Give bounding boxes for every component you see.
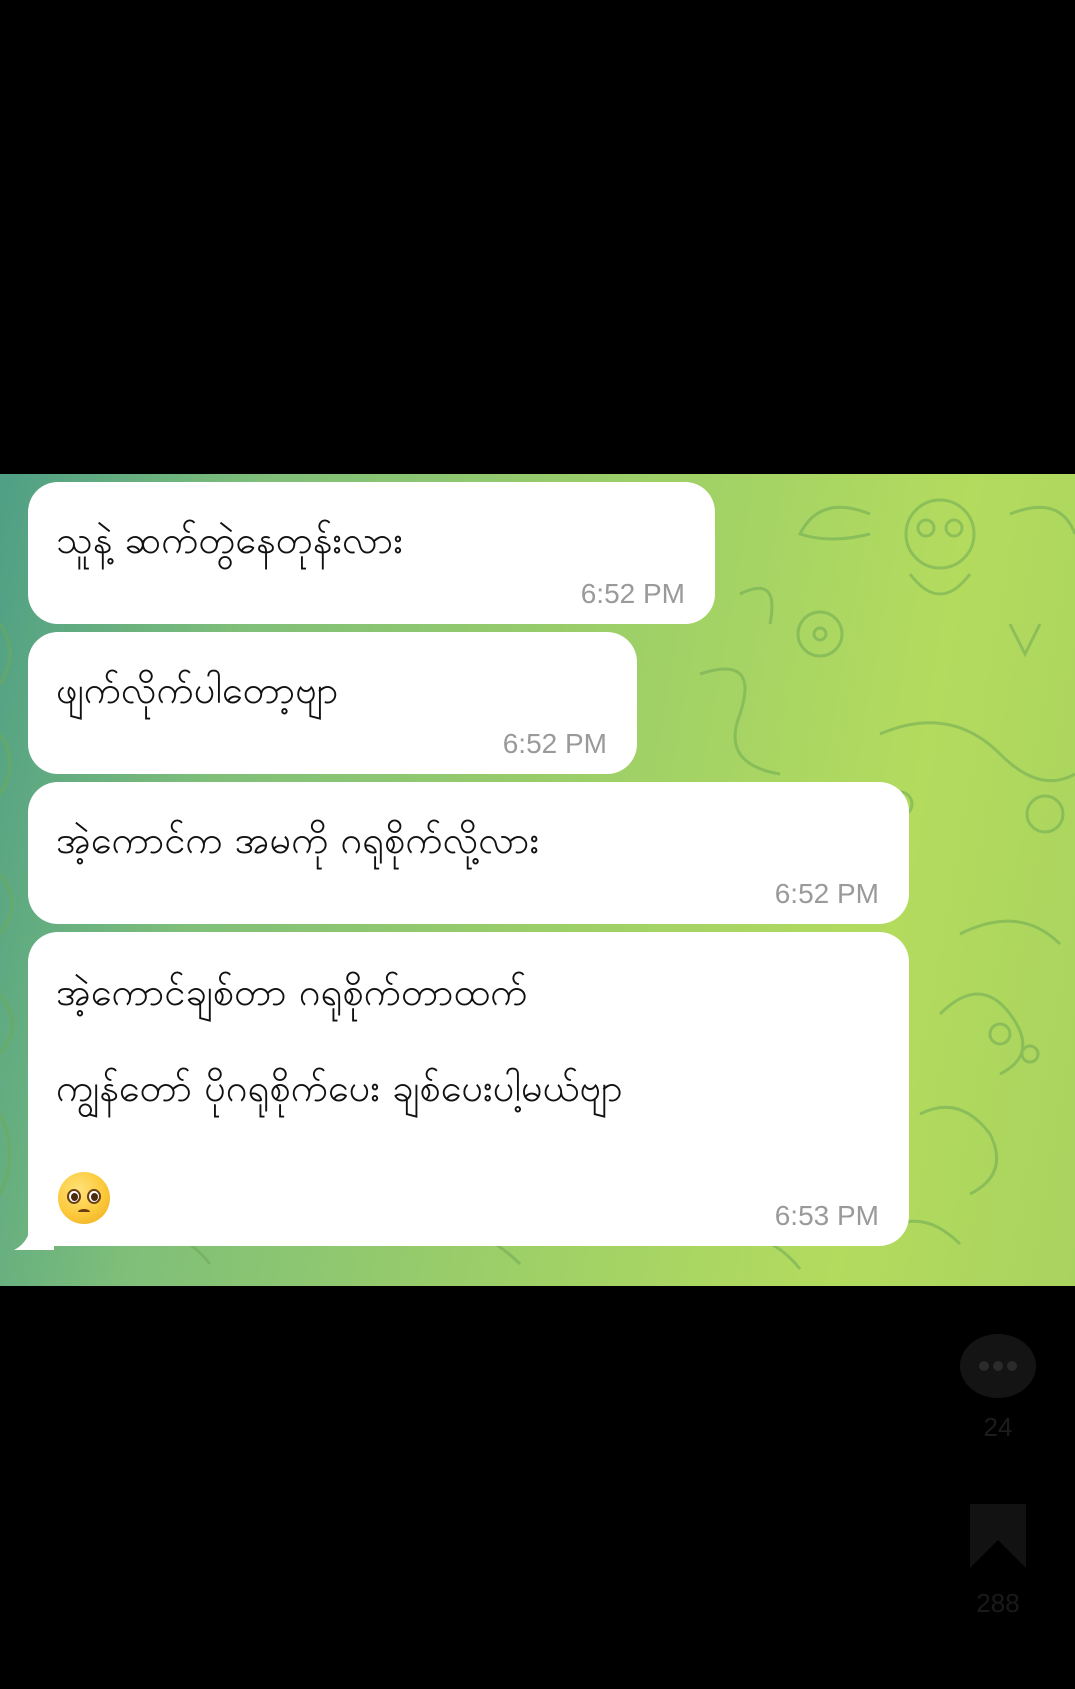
bookmark-button[interactable]: 288	[958, 1502, 1038, 1622]
message-bubble[interactable]: အဲ့ကောင်က အမကို ဂရုစိုက်လို့လား 6:52 PM	[28, 782, 909, 924]
message-text-line-2: ကျွန်တော် ပိုဂရုစိုက်ပေး ချစ်ပေးပါ့မယ်ဗျ…	[56, 1066, 623, 1110]
message-text: အဲ့ကောင်က အမကို ဂရုစိုက်လို့လား	[56, 818, 540, 862]
message-text: ဖျက်လိုက်ပါတော့ဗျာ	[56, 668, 339, 712]
message-time: 6:52 PM	[774, 878, 879, 909]
comment-icon	[960, 1334, 1036, 1398]
message-bubble[interactable]: ဖျက်လိုက်ပါတော့ဗျာ 6:52 PM	[28, 632, 637, 774]
screen: သူနဲ့ ဆက်တွဲနေတုန်းလား 6:52 PM ဖျက်လိုက်…	[0, 0, 1075, 1689]
chat-screenshot: သူနဲ့ ဆက်တွဲနေတုန်းလား 6:52 PM ဖျက်လိုက်…	[0, 474, 1075, 1286]
message-time: 6:52 PM	[502, 728, 607, 759]
bubble-tail	[14, 1230, 54, 1250]
message-time: 6:53 PM	[774, 1200, 879, 1231]
message-time: 6:52 PM	[580, 578, 685, 609]
pleading-face-emoji-icon	[58, 1172, 110, 1224]
message-bubble[interactable]: သူနဲ့ ဆက်တွဲနေတုန်းလား 6:52 PM	[28, 482, 715, 624]
bookmark-count: 288	[976, 1588, 1020, 1618]
comment-button[interactable]: 24	[958, 1332, 1038, 1442]
message-text: သူနဲ့ ဆက်တွဲနေတုန်းလား	[56, 518, 403, 562]
message-text-line-1: အဲ့ကောင်ချစ်တာ ဂရုစိုက်တာထက်	[56, 970, 528, 1014]
comment-count: 24	[983, 1412, 1013, 1442]
message-bubble[interactable]: အဲ့ကောင်ချစ်တာ ဂရုစိုက်တာထက် ကျွန်တော် ပ…	[28, 932, 909, 1246]
